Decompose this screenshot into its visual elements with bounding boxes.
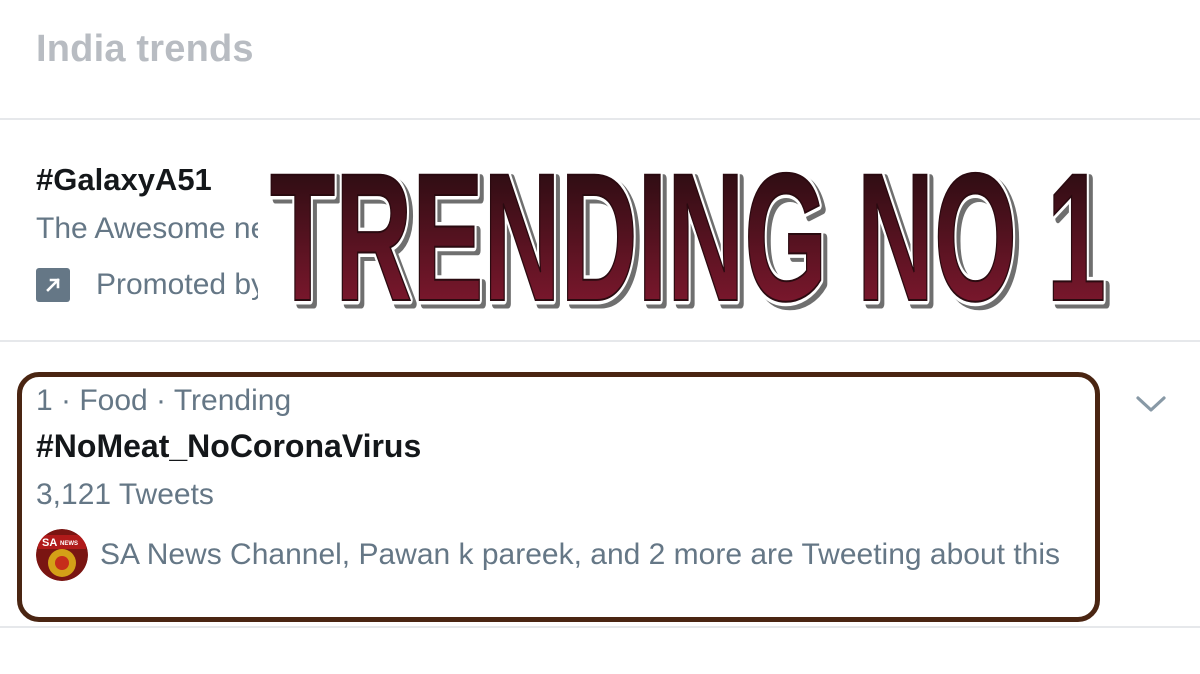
promoted-description: The Awesome ne — [36, 212, 268, 245]
divider — [0, 340, 1200, 342]
chevron-down-icon[interactable] — [1134, 392, 1168, 416]
divider — [0, 626, 1200, 628]
overlay-text: TRENDING NO 1 — [270, 150, 1106, 314]
trend-meta: 1 · Food · Trending — [36, 384, 292, 417]
promoted-hashtag[interactable]: #GalaxyA51 — [36, 162, 212, 198]
trend-hashtag[interactable]: #NoMeat_NoCoronaVirus — [36, 428, 421, 465]
trending-no1-overlay: TRENDING NO 1 TRENDING NO 1 TRENDING NO … — [258, 150, 1118, 314]
svg-text:NEWS: NEWS — [60, 541, 78, 547]
tweet-count: 3,121 Tweets — [36, 478, 214, 511]
trends-screen: India trends #GalaxyA51 The Awesome ne P… — [0, 0, 1200, 674]
tweeting-about-text: SA News Channel, Pawan k pareek, and 2 m… — [100, 538, 1061, 571]
promoted-by-row: Promoted by — [36, 265, 266, 305]
tweeting-about-row: SA NEWS SA News Channel, Pawan k pareek,… — [36, 528, 1106, 582]
divider — [0, 118, 1200, 120]
page-title: India trends — [36, 28, 254, 70]
promoted-arrow-icon — [36, 268, 70, 302]
svg-text:SA: SA — [42, 537, 57, 549]
avatar[interactable]: SA NEWS — [36, 529, 88, 581]
promoted-by-label: Promoted by — [96, 268, 267, 301]
